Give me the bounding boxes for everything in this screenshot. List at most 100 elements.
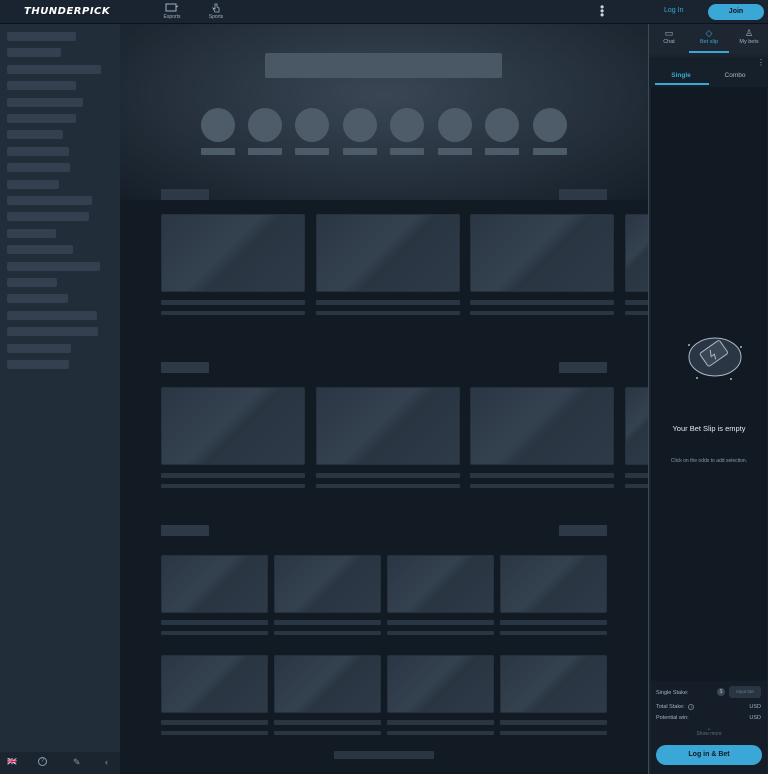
active-subtab-indicator [655, 83, 709, 85]
section-link-skeleton [559, 525, 607, 536]
sidebar-skeleton-item [7, 360, 69, 369]
monitor-icon [165, 3, 179, 12]
card-skeleton [470, 214, 614, 292]
card-skeleton [625, 214, 648, 292]
card-text-skeleton [625, 484, 648, 488]
card-text-skeleton [161, 731, 268, 735]
hero-game-icon [201, 108, 235, 142]
card-text-skeleton [500, 731, 607, 735]
sidebar-skeleton-item [7, 344, 71, 353]
hero-game-icon [248, 108, 282, 142]
card-text-skeleton [387, 720, 494, 725]
card-text-skeleton [161, 311, 305, 315]
tab-chat-label: Chat [663, 39, 675, 45]
sidebar-skeleton-item [7, 81, 76, 90]
card-skeleton [274, 555, 381, 613]
card-text-skeleton [470, 473, 614, 478]
join-button[interactable]: Join [708, 4, 764, 20]
info-icon[interactable]: i [688, 704, 695, 710]
card-skeleton [387, 555, 494, 613]
sidebar-skeleton-item [7, 327, 98, 336]
top-bar: THUNDERPICK Esports Sports • • • Log In Jo… [0, 0, 768, 24]
sidebar-skeleton-item [7, 229, 56, 238]
tab-chat[interactable]: ▭ Chat [649, 28, 689, 45]
card-text-skeleton [274, 631, 381, 635]
section-link-skeleton [559, 362, 607, 373]
hero-game-icon [485, 108, 519, 142]
card-skeleton [470, 387, 614, 465]
sidebar-skeleton-item [7, 262, 100, 271]
nav-esports[interactable]: Esports [157, 3, 187, 20]
card-text-skeleton [500, 620, 607, 625]
total-stake-row: Total Stake: i [656, 704, 695, 710]
section-link-skeleton [559, 189, 607, 200]
login-and-bet-button[interactable]: Log in & Bet [656, 745, 762, 765]
betslip-body: Your Bet Slip is empty Click on the odds… [651, 87, 767, 681]
tab-single[interactable]: Single [653, 72, 709, 79]
section-title-skeleton [161, 525, 209, 536]
sidebar-skeleton-item [7, 278, 57, 287]
card-text-skeleton [161, 300, 305, 305]
tab-bet-slip[interactable]: ◇ Bet slip [689, 28, 729, 45]
nav-sports[interactable]: Sports [201, 3, 231, 20]
more-menu-icon[interactable]: • • • [600, 1, 604, 21]
sidebar-skeleton-item [7, 98, 83, 107]
sidebar-skeleton-item [7, 180, 59, 189]
tab-my-bets[interactable]: ♙ My bets [729, 28, 768, 45]
card-text-skeleton [274, 620, 381, 625]
card-skeleton [161, 387, 305, 465]
empty-ticket-icon [688, 337, 742, 380]
help-icon[interactable]: ? [38, 757, 47, 766]
card-skeleton [161, 214, 305, 292]
card-text-skeleton [161, 620, 268, 625]
site-logo[interactable]: THUNDERPICK [24, 6, 110, 17]
card-text-skeleton [161, 720, 268, 725]
hero-banner [120, 24, 648, 200]
card-text-skeleton [274, 720, 381, 725]
total-stake-label: Total Stake: [656, 704, 685, 710]
card-text-skeleton [161, 473, 305, 478]
section-title-skeleton [161, 189, 209, 200]
edit-icon[interactable]: ✎ [73, 757, 81, 768]
single-stake-input[interactable]: Input bet [729, 686, 761, 698]
sidebar-skeleton-item [7, 32, 76, 41]
card-text-skeleton [470, 300, 614, 305]
tab-bet-slip-label: Bet slip [699, 39, 719, 45]
coin-icon: $ [717, 688, 725, 696]
language-flag-icon[interactable]: 🇬🇧 [7, 757, 17, 766]
card-text-skeleton [316, 300, 460, 305]
betslip-options-icon[interactable]: ⋮ [757, 58, 765, 67]
sidebar: 🇬🇧 ? ✎ ‹ [0, 24, 120, 774]
empty-betslip-subtitle: Click on the odds to add selection. [670, 458, 748, 464]
login-button[interactable]: Log In [664, 7, 683, 14]
sidebar-skeleton-item [7, 294, 68, 303]
card-text-skeleton [387, 620, 494, 625]
hero-game-label [295, 148, 329, 155]
sidebar-footer: 🇬🇧 ? ✎ ‹ [0, 752, 120, 774]
hero-game-label [390, 148, 424, 155]
collapse-sidebar-icon[interactable]: ‹ [105, 757, 108, 767]
hero-game-icon [533, 108, 567, 142]
sidebar-skeleton-item [7, 147, 69, 156]
hero-game-label [201, 148, 235, 155]
main-content [120, 24, 648, 774]
card-text-skeleton [625, 300, 648, 305]
sidebar-skeleton-item [7, 114, 76, 123]
card-text-skeleton [470, 484, 614, 488]
card-text-skeleton [387, 631, 494, 635]
total-stake-value: USD [749, 704, 761, 710]
card-skeleton [161, 655, 268, 713]
card-text-skeleton [274, 731, 381, 735]
tab-combo[interactable]: Combo [707, 72, 763, 79]
card-text-skeleton [316, 311, 460, 315]
active-tab-indicator [689, 51, 729, 53]
show-more-toggle[interactable]: ⌄ Show more [651, 726, 767, 737]
load-more-skeleton [334, 751, 434, 759]
single-stake-label: Single Stake: [656, 690, 689, 696]
card-text-skeleton [316, 484, 460, 488]
sidebar-skeleton-item [7, 311, 97, 320]
card-skeleton [500, 555, 607, 613]
sidebar-skeleton-item [7, 212, 89, 221]
hero-game-label [438, 148, 472, 155]
empty-betslip-title: Your Bet Slip is empty [672, 424, 746, 433]
